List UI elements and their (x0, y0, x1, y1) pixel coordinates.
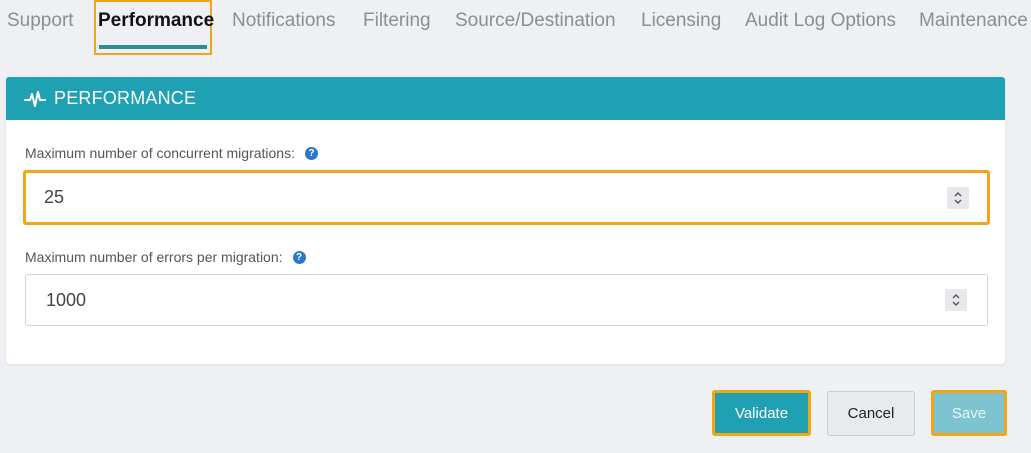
tab-maintenance[interactable]: Maintenance (919, 10, 1028, 32)
concurrent-migrations-input[interactable]: 25 (23, 170, 990, 225)
tab-source-destination[interactable]: Source/Destination (455, 10, 616, 32)
panel-header: PERFORMANCE (6, 77, 1005, 120)
concurrent-migrations-label-text: Maximum number of concurrent migrations: (25, 145, 295, 161)
pulse-icon (24, 90, 46, 107)
tab-support[interactable]: Support (7, 10, 74, 32)
cancel-button[interactable]: Cancel (827, 391, 915, 436)
errors-per-migration-label-text: Maximum number of errors per migration: (25, 249, 283, 265)
tab-licensing[interactable]: Licensing (641, 10, 721, 32)
concurrent-migrations-stepper[interactable] (947, 186, 969, 209)
stepper-chevrons-icon (952, 294, 960, 306)
validate-button[interactable]: Validate (712, 390, 811, 436)
tab-bar: Support Performance Notifications Filter… (0, 0, 1031, 58)
help-icon[interactable]: ? (305, 146, 318, 160)
tab-audit-log-options[interactable]: Audit Log Options (745, 10, 896, 32)
tab-notifications[interactable]: Notifications (232, 10, 336, 32)
errors-per-migration-label: Maximum number of errors per migration: … (25, 249, 306, 265)
errors-per-migration-value: 1000 (46, 289, 87, 310)
concurrent-migrations-label: Maximum number of concurrent migrations:… (25, 145, 318, 161)
settings-page: Support Performance Notifications Filter… (0, 0, 1031, 453)
tab-performance[interactable]: Performance (98, 10, 214, 32)
performance-panel: PERFORMANCE Maximum number of concurrent… (6, 77, 1005, 364)
save-button[interactable]: Save (931, 390, 1007, 436)
panel-title: PERFORMANCE (54, 88, 197, 108)
concurrent-migrations-value: 25 (44, 187, 65, 207)
tab-filtering[interactable]: Filtering (363, 10, 431, 32)
errors-per-migration-stepper[interactable] (945, 289, 967, 311)
active-tab-underline (99, 45, 207, 49)
errors-per-migration-input[interactable]: 1000 (25, 274, 988, 326)
stepper-chevrons-icon (954, 191, 962, 204)
help-icon[interactable]: ? (292, 250, 306, 264)
